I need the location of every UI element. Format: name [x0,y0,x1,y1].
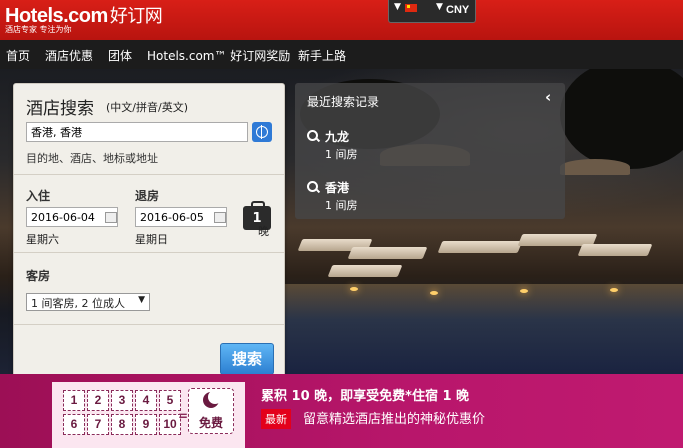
pool-light [350,287,358,291]
recent-item-place[interactable]: 香港 [325,179,349,196]
calendar-icon[interactable] [105,212,117,223]
top-header: Hotels.com 好订网 酒店专家 专注为你 ▼ ▼ CNY [0,0,683,40]
hero-umbrella [560,159,630,175]
checkout-label: 退房 [135,189,160,203]
recent-item-rooms: 1 间房 [325,148,358,161]
destination-hint: 目的地、酒店、地标或地址 [26,152,158,165]
destination-input[interactable] [26,122,248,142]
dropdown-arrow-icon: ▼ [138,295,145,305]
new-badge: 最新 [261,409,291,429]
divider [14,324,284,325]
recent-item-rooms: 1 间房 [325,199,358,212]
checkout-weekday: 星期日 [135,233,168,246]
pool-light [610,288,618,292]
recent-searches-panel: 最近搜索记录 ‹ 九龙 1 间房 香港 1 间房 [295,83,565,219]
rooms-guests-value: 1 间客房, 2 位成人 [31,297,125,310]
search-icon [307,130,318,141]
stamp: 1 [63,390,85,411]
moon-icon [203,390,222,408]
rewards-promo-banner[interactable]: 1 2 3 4 5 6 7 8 9 10 = 免费 累积 10 晚，即享受免费*… [0,374,683,448]
nav-rewards[interactable]: Hotels.com™ 好订网奖励 [147,47,290,64]
free-label: 免费 [198,416,223,430]
stamp: 4 [135,390,157,411]
nav-home[interactable]: 首页 [6,47,30,64]
recent-item-place[interactable]: 九龙 [325,128,349,145]
nav-groups[interactable]: 团体 [108,47,132,64]
calendar-icon[interactable] [214,212,226,223]
hero-lounger [327,265,403,277]
stamp: 8 [111,414,133,435]
currency-selector[interactable]: CNY [446,4,469,16]
nav-getting-started[interactable]: 新手上路 [298,47,346,64]
pool-light [520,289,528,293]
stamp: 6 [63,414,85,435]
guests-label: 客房 [26,269,51,283]
pool-light [430,291,438,295]
equals-sign: = [178,409,189,423]
hero-lounger [577,244,653,256]
nights-label: 晚 [258,225,269,238]
hero-pool [280,284,683,374]
locate-me-icon[interactable] [252,122,272,142]
rewards-card: 1 2 3 4 5 6 7 8 9 10 = 免费 [52,382,245,448]
hero-lounger [347,247,428,259]
checkin-weekday: 星期六 [26,233,59,246]
main-nav: 首页 酒店优惠 团体 Hotels.com™ 好订网奖励 新手上路 [0,40,683,69]
china-flag-icon [405,4,417,12]
stamp: 7 [87,414,109,435]
search-icon [307,181,318,192]
divider [14,174,284,175]
stamp: 3 [111,390,133,411]
logo-cn-text: 好订网 [109,6,163,26]
search-subtitle: (中文/拼音/英文) [106,101,188,114]
search-button[interactable]: 搜索 [220,343,274,375]
rooms-guests-select[interactable]: 1 间客房, 2 位成人 ▼ [26,293,150,311]
hero-lounger [437,241,523,253]
divider [14,252,284,253]
checkin-label: 入住 [26,189,51,203]
chevron-down-icon: ▼ [436,2,443,12]
locale-selector[interactable]: ▼ ▼ CNY [388,0,476,23]
stamp: 9 [135,414,157,435]
chevron-down-icon: ▼ [394,2,401,12]
free-night-badge: 免费 [188,388,234,434]
recent-searches-title: 最近搜索记录 [307,95,380,109]
stamp: 2 [87,390,109,411]
hotel-search-panel: 酒店搜索 (中文/拼音/英文) 目的地、酒店、地标或地址 入住 星期六 退房 星… [13,83,285,384]
stamp: 5 [159,390,181,411]
logo-tagline: 酒店专家 专注为你 [5,25,72,34]
promo-subline[interactable]: 留意精选酒店推出的神秘优惠价 [303,408,485,427]
search-title: 酒店搜索 [26,99,94,119]
promo-headline[interactable]: 累积 10 晚，即享受免费*住宿 1 晚 [261,385,469,404]
collapse-chevron-icon[interactable]: ‹ [545,88,551,106]
nav-hotel-deals[interactable]: 酒店优惠 [45,47,93,64]
